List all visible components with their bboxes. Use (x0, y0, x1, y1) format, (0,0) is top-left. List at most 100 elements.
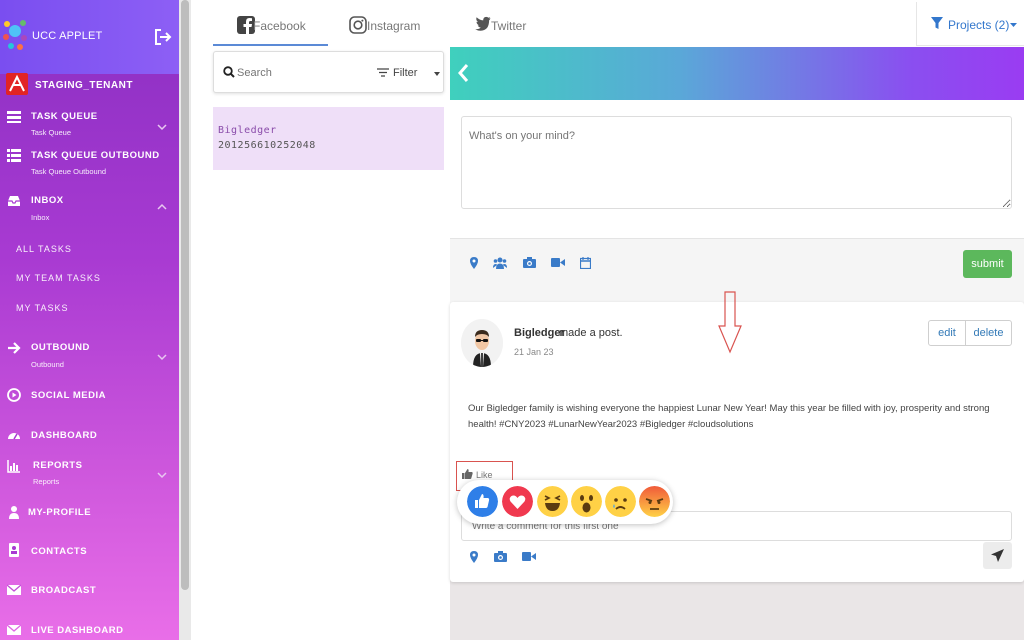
filter-lines-icon (377, 68, 389, 77)
projects-label: Projects (2) (948, 18, 1010, 32)
post-action-text: made a post. (559, 327, 623, 339)
post-textarea[interactable] (461, 116, 1012, 209)
sidebar-item-label: MY-PROFILE (28, 507, 92, 518)
sidebar-item-contacts[interactable]: CONTACTS (0, 543, 179, 563)
tab-facebook[interactable]: Facebook (237, 14, 327, 44)
tab-twitter[interactable]: Twitter (473, 14, 533, 44)
account-id: 201256610252048 (218, 140, 316, 151)
projects-dropdown[interactable]: Projects (2) (916, 2, 1024, 46)
search-icon (223, 66, 235, 78)
video-camera-icon[interactable] (551, 258, 565, 267)
location-pin-icon[interactable] (470, 551, 478, 563)
sad-reaction-icon[interactable] (605, 486, 636, 517)
caret-down-icon (1010, 23, 1017, 27)
tab-instagram[interactable]: Instagram (349, 14, 429, 44)
sidebar: UCC APPLET STAGING_TENANT TASK QUEUE Tas… (0, 0, 179, 640)
post-body: Our Bigledger family is wishing everyone… (468, 403, 990, 430)
list-icon (7, 149, 21, 162)
sidebar-item-sublabel: Reports (33, 477, 60, 486)
contact-card-icon (9, 543, 19, 557)
love-reaction-icon[interactable] (502, 486, 533, 517)
sidebar-header: UCC APPLET (0, 0, 179, 74)
account-name: Bigledger (218, 125, 277, 136)
twitter-icon (475, 16, 491, 31)
sidebar-item-label: SOCIAL MEDIA (31, 390, 106, 401)
haha-reaction-icon[interactable] (537, 486, 568, 517)
instagram-icon (349, 16, 367, 34)
sidebar-item-live-dashboard[interactable]: LIVE DASHBOARD (0, 622, 179, 640)
list-icon (7, 111, 21, 123)
sidebar-item-label: DASHBOARD (31, 430, 98, 441)
like-reaction-icon[interactable] (467, 486, 498, 517)
sidebar-scrollbar-thumb[interactable] (181, 0, 189, 590)
chevron-down-icon (157, 124, 167, 131)
back-chevron-icon[interactable] (457, 63, 469, 83)
camera-icon[interactable] (494, 551, 507, 562)
sidebar-item-task-queue[interactable]: TASK QUEUE Task Queue (0, 108, 179, 144)
tab-facebook-label: Facebook (253, 19, 306, 33)
account-list-item[interactable]: Bigledger 201256610252048 (213, 107, 444, 170)
dashboard-icon (8, 433, 20, 440)
inbox-icon (8, 196, 20, 206)
post-panel: submit Bigledger made a post. 21 Jan 23 … (450, 47, 1024, 640)
sidebar-sublink-my-team-tasks[interactable]: MY TEAM TASKS (16, 273, 101, 283)
angry-reaction-icon[interactable] (639, 486, 670, 517)
sidebar-item-my-profile[interactable]: MY-PROFILE (0, 504, 179, 524)
envelope-icon (7, 624, 21, 635)
chevron-up-icon (157, 203, 167, 210)
tenant-name: STAGING_TENANT (35, 80, 133, 91)
sidebar-item-dashboard[interactable]: DASHBOARD (0, 427, 179, 447)
like-label: Like (476, 470, 493, 480)
sidebar-item-label: REPORTS (33, 460, 83, 471)
sidebar-item-social-media[interactable]: SOCIAL MEDIA (0, 387, 179, 407)
caret-down-icon (434, 72, 440, 76)
app-logo-icon (3, 20, 27, 50)
sidebar-sublink-all-tasks[interactable]: ALL TASKS (16, 244, 72, 254)
post-author[interactable]: Bigledger (514, 327, 565, 339)
delete-button[interactable]: delete (965, 320, 1012, 346)
video-camera-icon[interactable] (522, 552, 536, 561)
sidebar-item-label: LIVE DASHBOARD (31, 625, 124, 636)
sidebar-item-label: TASK QUEUE (31, 111, 98, 122)
sidebar-sublink-my-tasks[interactable]: MY TASKS (16, 303, 69, 313)
sidebar-item-sublabel: Task Queue (31, 128, 72, 137)
play-circle-icon (7, 388, 21, 402)
tag-people-icon[interactable] (493, 257, 507, 269)
sidebar-item-sublabel: Outbound (31, 360, 64, 369)
chevron-down-icon (157, 472, 167, 479)
panel-header (450, 47, 1024, 100)
sidebar-item-inbox[interactable]: INBOX Inbox (0, 192, 179, 228)
sidebar-item-reports[interactable]: REPORTS Reports (0, 457, 179, 493)
reactions-popup (457, 480, 673, 524)
thumbs-up-icon (462, 469, 473, 479)
search-input[interactable] (237, 63, 357, 83)
tab-twitter-label: Twitter (491, 19, 527, 33)
sidebar-item-label: CONTACTS (31, 546, 88, 557)
sidebar-item-label: OUTBOUND (31, 342, 90, 353)
wow-reaction-icon[interactable] (571, 486, 602, 517)
app-title: UCC APPLET (32, 30, 103, 42)
sidebar-item-broadcast[interactable]: BROADCAST (0, 582, 179, 602)
arrow-right-icon (8, 342, 21, 354)
sidebar-item-outbound[interactable]: OUTBOUND Outbound (0, 339, 179, 375)
envelope-icon (7, 584, 21, 595)
search-box: Filter (213, 51, 444, 93)
edit-button[interactable]: edit (928, 320, 966, 346)
active-tab-indicator (213, 44, 328, 46)
chevron-down-icon (157, 354, 167, 361)
bar-chart-icon (7, 460, 20, 473)
send-comment-button[interactable] (983, 542, 1012, 569)
filter-funnel-icon (931, 17, 943, 29)
location-pin-icon[interactable] (470, 257, 478, 269)
post-date: 21 Jan 23 (514, 347, 554, 357)
camera-icon[interactable] (523, 257, 536, 268)
logout-icon[interactable] (154, 28, 172, 46)
post-card: Bigledger made a post. 21 Jan 23 edit de… (450, 291, 1024, 582)
avatar (461, 319, 503, 367)
sidebar-item-label: BROADCAST (31, 585, 97, 596)
arrow-annotation-icon (718, 291, 742, 354)
submit-button[interactable]: submit (963, 250, 1012, 278)
sidebar-item-task-queue-outbound[interactable]: TASK QUEUE OUTBOUND Task Queue Outbound (0, 147, 179, 183)
calendar-icon[interactable] (580, 257, 591, 269)
sidebar-item-label: INBOX (31, 195, 64, 206)
